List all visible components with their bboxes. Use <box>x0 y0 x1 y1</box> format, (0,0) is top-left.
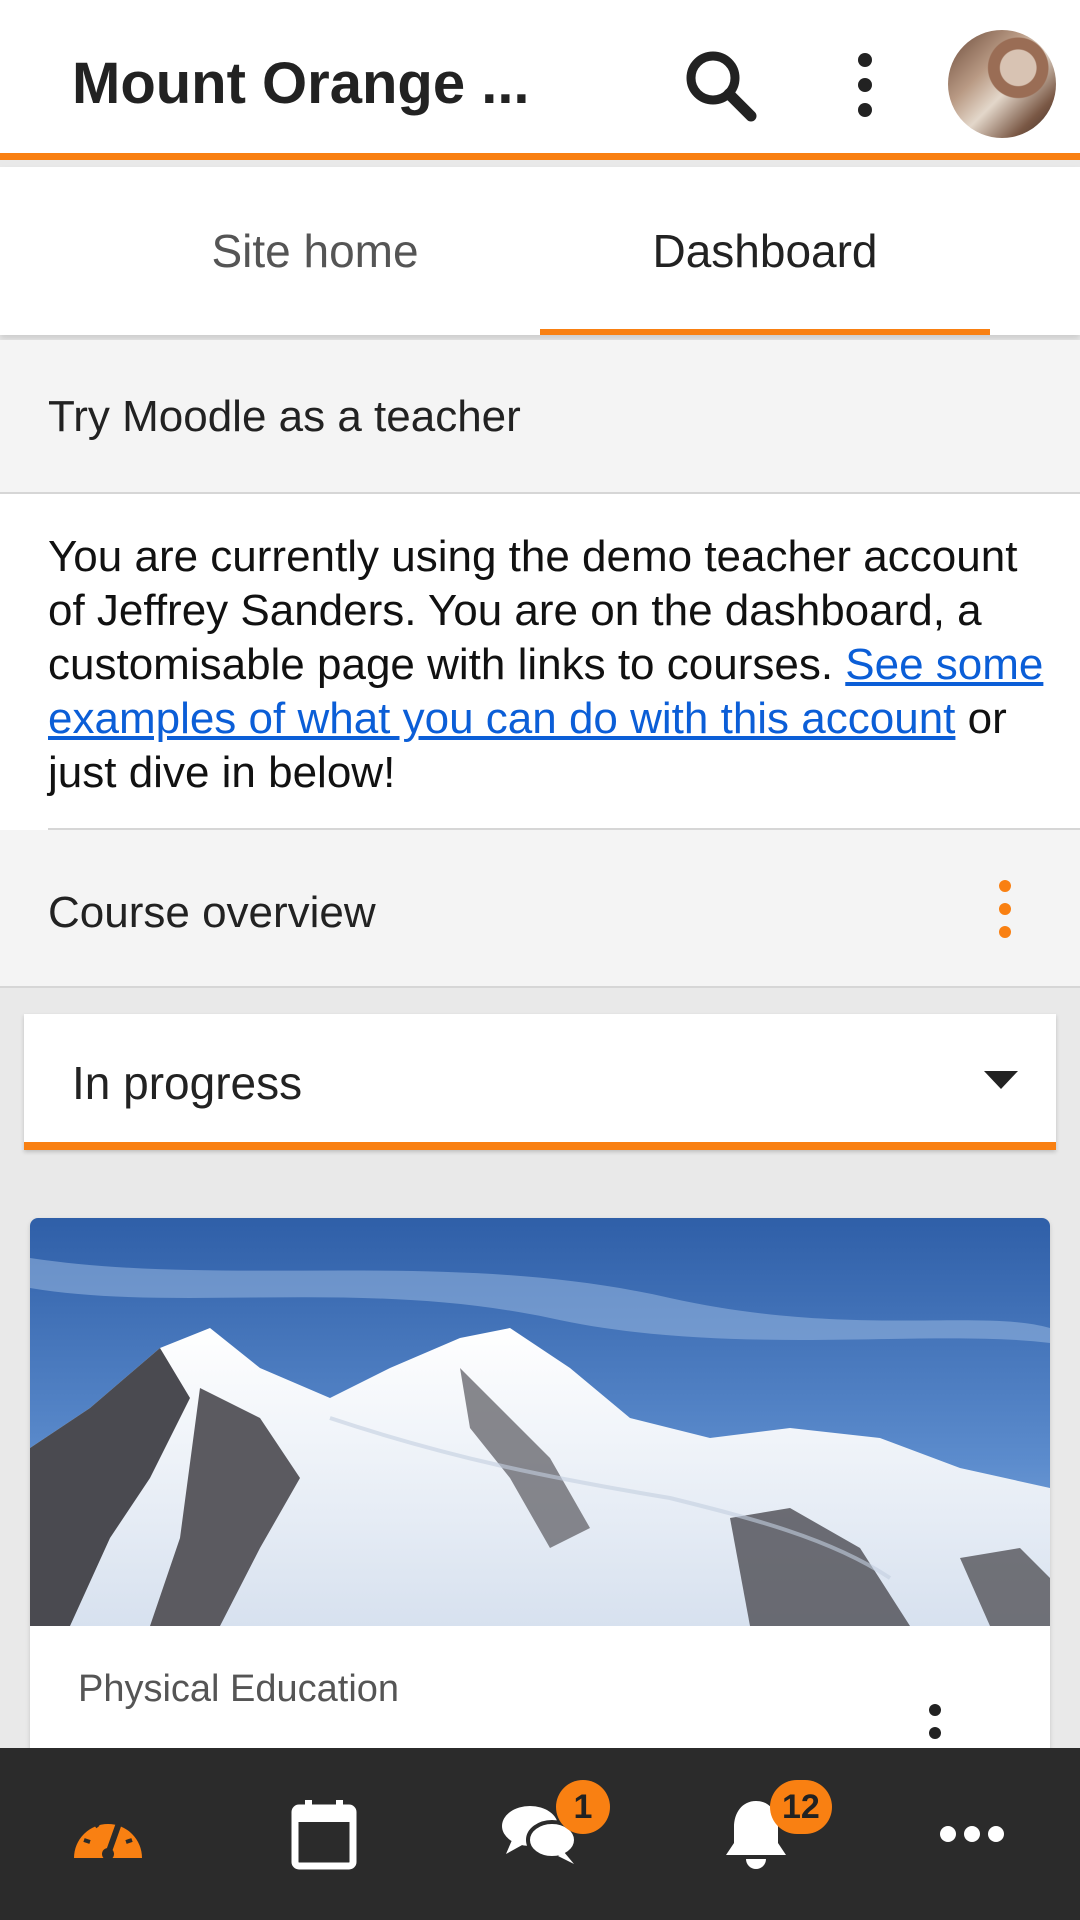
site-title[interactable]: Mount Orange ... <box>72 50 572 117</box>
search-icon[interactable] <box>675 40 765 130</box>
tab-site-home[interactable]: Site home <box>90 167 540 335</box>
messages-badge: 1 <box>556 1780 610 1834</box>
teacher-block-title: Try Moodle as a teacher <box>48 392 521 441</box>
teacher-block-header: Try Moodle as a teacher <box>0 340 1080 494</box>
chevron-down-icon <box>976 1062 1026 1098</box>
nav-more[interactable] <box>864 1748 1080 1920</box>
nav-calendar[interactable] <box>216 1748 432 1920</box>
notifications-badge: 12 <box>770 1780 832 1834</box>
course-card[interactable]: Physical Education <box>30 1218 1050 1818</box>
calendar-icon <box>291 1800 357 1870</box>
course-category: Physical Education <box>78 1668 400 1710</box>
nav-messages[interactable]: 1 <box>432 1748 648 1920</box>
nav-notifications[interactable]: 12 <box>648 1748 864 1920</box>
course-overview-header: Course overview <box>0 830 1080 988</box>
more-horizontal-icon <box>940 1826 1004 1842</box>
tab-bar: Site home Dashboard <box>0 167 1080 335</box>
active-tab-indicator <box>540 329 990 335</box>
course-image[interactable] <box>30 1218 1050 1626</box>
course-filter-select[interactable]: In progress <box>24 1014 1056 1150</box>
tab-dashboard[interactable]: Dashboard <box>540 167 990 335</box>
teacher-block-body: You are currently using the demo teacher… <box>0 494 1080 830</box>
dashboard-gauge-icon <box>74 1820 142 1860</box>
course-overview-title: Course overview <box>48 888 376 937</box>
bottom-navigation: 1 12 <box>0 1748 1080 1920</box>
vertical-ellipsis-icon[interactable] <box>820 40 910 130</box>
app-screen: Mount Orange ... Site home Dashboard Try… <box>0 0 1080 1920</box>
course-overview-menu-icon[interactable] <box>980 874 1030 944</box>
course-filter-value: In progress <box>72 1057 303 1109</box>
avatar[interactable] <box>948 30 1056 138</box>
top-app-bar: Mount Orange ... <box>0 0 1080 160</box>
teacher-block-text: You are currently using the demo teacher… <box>48 530 1048 800</box>
nav-dashboard[interactable] <box>0 1748 216 1920</box>
